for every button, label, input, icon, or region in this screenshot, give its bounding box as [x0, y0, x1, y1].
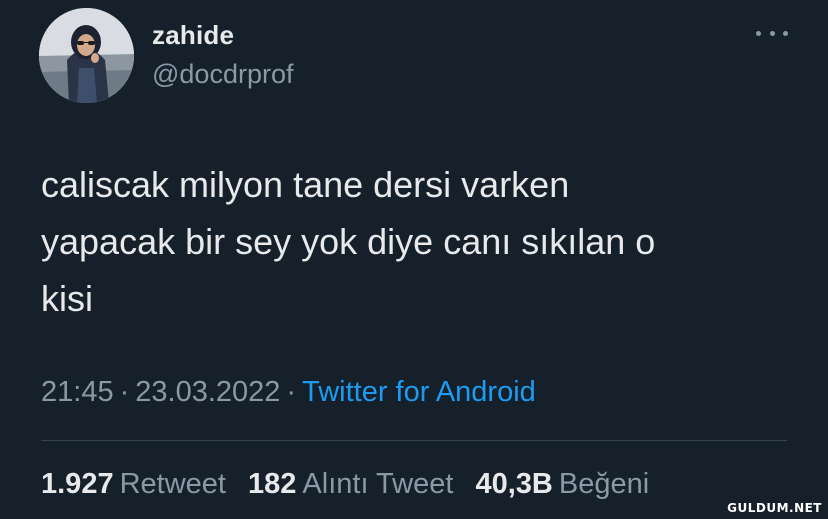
display-name[interactable]: zahide: [152, 20, 234, 51]
more-horizontal-icon[interactable]: [756, 22, 788, 44]
like-count: 40,3B: [475, 468, 553, 500]
tweet-meta: 21:45 · 23.03.2022 · Twitter for Android: [41, 376, 536, 409]
divider: [41, 440, 787, 441]
more-dot: [783, 30, 788, 36]
watermark: GULDUM.NET: [727, 501, 822, 515]
retweet-label: Retweet: [119, 468, 226, 500]
user-handle[interactable]: @docdrprof: [152, 59, 293, 90]
meta-separator: ·: [119, 376, 130, 408]
more-dot: [756, 30, 761, 36]
retweet-count: 1.927: [41, 468, 114, 500]
tweet-date[interactable]: 23.03.2022: [135, 376, 280, 408]
quote-count: 182: [248, 468, 297, 500]
avatar-image: [39, 8, 134, 103]
quote-label: Alıntı Tweet: [302, 468, 454, 500]
avatar[interactable]: [39, 8, 134, 103]
meta-separator: ·: [286, 376, 297, 408]
likes-stat[interactable]: 40,3B Beğeni: [475, 468, 649, 501]
tweet-text: caliscak milyon tane dersi varken yapaca…: [41, 164, 656, 319]
more-dot: [769, 30, 775, 36]
retweets-stat[interactable]: 1.927 Retweet: [41, 468, 226, 501]
tweet-stats: 1.927 Retweet 182 Alıntı Tweet 40,3B Beğeni: [41, 468, 663, 501]
tweet-source-link[interactable]: Twitter for Android: [302, 376, 536, 408]
tweet-time[interactable]: 21:45: [41, 376, 114, 408]
quote-tweets-stat[interactable]: 182 Alıntı Tweet: [248, 468, 453, 501]
like-label: Beğeni: [558, 468, 650, 500]
